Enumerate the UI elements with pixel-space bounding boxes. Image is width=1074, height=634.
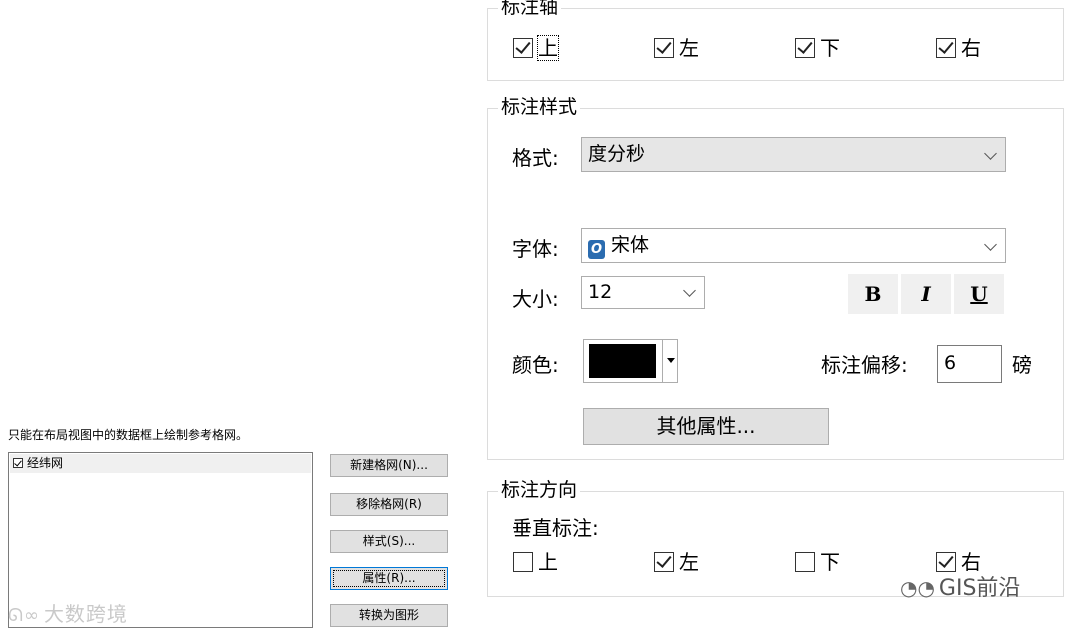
axis-top-label: 上 [537,35,559,61]
opentype-font-icon: O [588,240,605,259]
remove-grid-button[interactable]: 移除格网(R) [330,493,448,516]
wechat-icon: ◔◔ [900,576,935,600]
list-item-label: 经纬网 [27,456,64,470]
axis-top-checkbox[interactable] [513,38,533,58]
axis-right-label: 右 [961,36,981,60]
bold-button[interactable]: B [848,274,898,314]
properties-button[interactable]: 属性(R)... [330,567,448,590]
dropdown-arrow-icon[interactable] [662,340,678,382]
font-value: 宋体 [611,234,650,256]
graticule-checkbox[interactable] [13,458,23,468]
axis-bottom-checkbox[interactable] [795,38,815,58]
italic-button[interactable]: I [901,274,951,314]
font-label: 字体: [512,237,559,261]
font-dropdown[interactable]: O 宋体 [581,228,1006,263]
size-label: 大小: [512,287,559,311]
underline-button[interactable]: U [954,274,1004,314]
orient-bottom-label: 下 [820,550,840,574]
offset-unit-label: 磅 [1012,353,1032,377]
convert-to-graphics-button[interactable]: 转换为图形 [330,604,448,627]
size-dropdown[interactable]: 12 [581,276,705,309]
size-value: 12 [588,281,613,303]
orient-top-checkbox[interactable] [513,552,533,572]
axis-bottom-label: 下 [820,36,840,60]
style-button[interactable]: 样式(S)... [330,530,448,553]
offset-input[interactable]: 6 [937,345,1002,383]
color-label: 颜色: [512,353,559,377]
format-dropdown[interactable]: 度分秒 [581,137,1006,172]
orient-bottom-checkbox[interactable] [795,552,815,572]
more-properties-button[interactable]: 其他属性... [583,408,829,445]
chevron-down-icon [683,284,696,297]
watermark-left-text: 大数跨境 [43,602,128,626]
watermark-logo-icon: ᘏ∞ [8,605,40,626]
orient-top-label: 上 [538,550,558,574]
axis-right-checkbox[interactable] [936,38,956,58]
format-value: 度分秒 [588,143,646,165]
orient-left-label: 左 [679,550,699,574]
orient-right-checkbox[interactable] [936,552,956,572]
offset-label: 标注偏移: [821,353,908,377]
label-style-title: 标注样式 [498,95,581,119]
grid-note-text: 只能在布局视图中的数据框上绘制参考格网。 [8,428,249,442]
orient-left-checkbox[interactable] [654,552,674,572]
label-axes-title: 标注轴 [498,0,562,19]
axis-left-label: 左 [679,36,699,60]
axis-left-checkbox[interactable] [654,38,674,58]
label-orientation-title: 标注方向 [498,478,581,502]
format-label: 格式: [512,146,559,170]
color-picker-button[interactable] [583,339,678,383]
watermark-right-text: GIS前沿 [938,576,1021,601]
vertical-label-text: 垂直标注: [512,516,599,540]
watermark-right: ◔◔ GIS前沿 [900,570,1020,602]
chevron-down-icon [984,238,997,251]
list-item[interactable]: 经纬网 [10,454,311,473]
chevron-down-icon [984,147,997,160]
watermark-left: ᘏ∞ 大数跨境 [8,598,128,627]
new-grid-button[interactable]: 新建格网(N)... [330,454,448,477]
color-swatch [589,344,656,378]
